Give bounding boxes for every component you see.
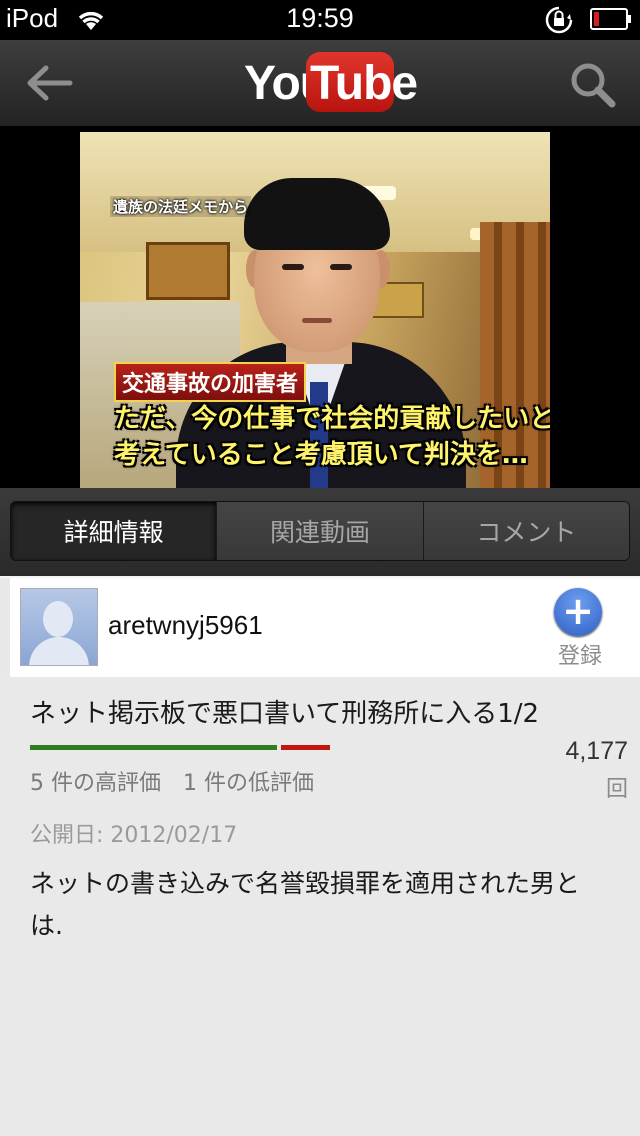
avatar-body bbox=[29, 637, 89, 665]
video-frame[interactable]: 遺族の法廷メモから 交通事故の加害者 ただ、今の仕事で社会的貢献したいと 考えて… bbox=[80, 132, 550, 488]
person-eye bbox=[282, 264, 304, 270]
battery-low-icon bbox=[590, 8, 631, 30]
plus-icon: + bbox=[562, 589, 594, 633]
video-subtitle-line2: 考えていること考慮頂いて判決を… bbox=[114, 440, 528, 470]
subscribe-button[interactable]: + bbox=[554, 588, 602, 636]
tab-comments[interactable]: コメント bbox=[422, 502, 629, 560]
tab-details[interactable]: 詳細情報 bbox=[11, 502, 217, 560]
nav-bar: You Tube bbox=[0, 40, 640, 127]
video-details: ネット掲示板で悪口書いて刑務所に入る1/2 5 件の高評価 1 件の低評価 4,… bbox=[0, 677, 640, 1136]
person-eye bbox=[330, 264, 352, 270]
status-bar: iPod 19:59 bbox=[0, 0, 640, 40]
segmented-control: 詳細情報 関連動画 コメント bbox=[10, 501, 630, 561]
video-caption-source: 遺族の法廷メモから bbox=[110, 196, 252, 217]
rating-like-fill bbox=[30, 745, 277, 750]
video-subtitle-line1: ただ、今の仕事で社会的貢献したいと bbox=[114, 404, 550, 434]
ratings-summary: 5 件の高評価 1 件の低評価 bbox=[30, 771, 314, 796]
person-hair bbox=[244, 178, 390, 250]
publish-date: 公開日: 2012/02/17 bbox=[30, 823, 238, 848]
avatar-head bbox=[43, 601, 73, 637]
avatar[interactable] bbox=[20, 588, 98, 666]
scene-sign bbox=[146, 242, 230, 300]
channel-row[interactable]: aretwnyj5961 + 登録 bbox=[0, 576, 640, 679]
tab-bar: 詳細情報 関連動画 コメント bbox=[0, 488, 640, 576]
video-description: ネットの書き込みで名誉毀損罪を適用された男とは. bbox=[30, 869, 581, 940]
rating-dislike-fill bbox=[281, 745, 330, 750]
video-title: ネット掲示板で悪口書いて刑務所に入る1/2 bbox=[30, 699, 540, 729]
subscribe-label[interactable]: 登録 bbox=[554, 638, 606, 670]
channel-name[interactable]: aretwnyj5961 bbox=[108, 610, 263, 641]
logo-tube-text: Tube bbox=[310, 57, 418, 110]
view-count-unit: 回 bbox=[605, 777, 628, 802]
view-count: 4,177 bbox=[565, 737, 628, 765]
search-icon[interactable] bbox=[568, 60, 618, 110]
rotation-lock-icon bbox=[545, 6, 573, 34]
video-player[interactable]: 遺族の法廷メモから 交通事故の加害者 ただ、今の仕事で社会的貢献したいと 考えて… bbox=[0, 126, 640, 488]
rating-bar bbox=[30, 745, 330, 750]
back-arrow-icon[interactable] bbox=[24, 60, 74, 106]
person-mouth bbox=[302, 318, 332, 323]
video-caption-label: 交通事故の加害者 bbox=[114, 362, 307, 402]
tab-related[interactable]: 関連動画 bbox=[216, 502, 423, 560]
